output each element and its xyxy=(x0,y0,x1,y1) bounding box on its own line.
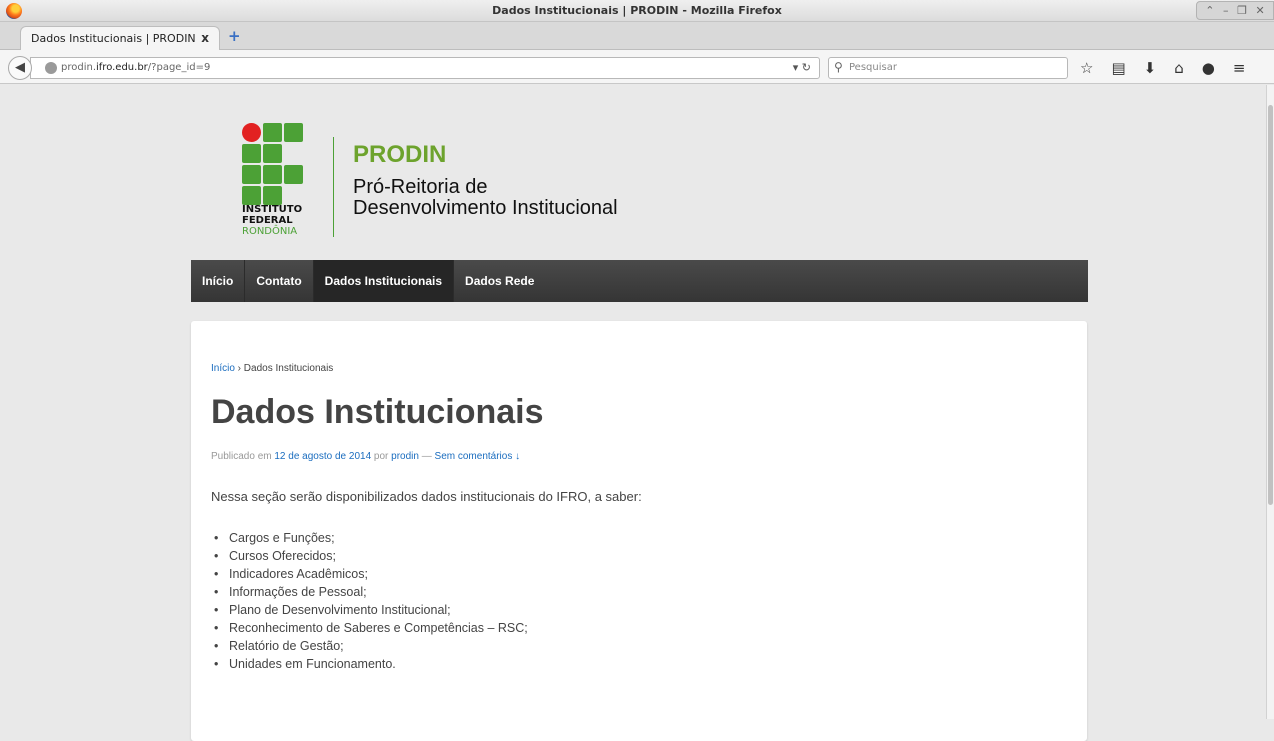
page-content: INSTITUTO FEDERAL RONDÔNIA PRODIN Pró-Re… xyxy=(0,85,1266,741)
tab-dados-institucionais[interactable]: Dados Institucionais | PRODIN x xyxy=(20,26,220,51)
list-item: Cursos Oferecidos; xyxy=(211,547,528,565)
menu-item-inicio[interactable]: Início xyxy=(191,260,246,302)
close-window-icon[interactable]: ✕ xyxy=(1256,4,1265,17)
list-item: Indicadores Acadêmicos; xyxy=(211,565,528,583)
breadcrumb-separator: › xyxy=(234,363,244,374)
download-icon[interactable]: ⬇ xyxy=(1144,59,1157,77)
logo-square xyxy=(242,186,261,205)
tagline-line-1: Pró-Reitoria de xyxy=(353,176,488,198)
logo-text: INSTITUTO FEDERAL RONDÔNIA xyxy=(242,204,302,237)
reading-list-icon[interactable]: ▤ xyxy=(1111,59,1125,77)
back-arrow-icon: ◀ xyxy=(15,60,25,75)
site-brand[interactable]: PRODIN xyxy=(353,141,446,169)
tagline-line-2: Desenvolvimento Institucional xyxy=(353,197,618,219)
logo-line-1: INSTITUTO xyxy=(242,204,303,215)
back-button[interactable]: ◀ xyxy=(8,56,32,80)
logo-square xyxy=(242,144,261,163)
search-placeholder: Pesquisar xyxy=(849,62,897,73)
breadcrumb-home-link[interactable]: Início xyxy=(211,363,235,374)
main-menu: Início Contato Dados Institucionais Dado… xyxy=(191,260,1088,302)
window-controls: ⌃ – ❐ ✕ xyxy=(1196,1,1274,20)
list-item: Cargos e Funções; xyxy=(211,529,528,547)
tab-label: Dados Institucionais | PRODIN xyxy=(31,32,196,45)
restore-icon[interactable]: ❐ xyxy=(1237,4,1247,17)
breadcrumb-current: Dados Institucionais xyxy=(243,363,334,374)
list-item: Unidades em Funcionamento. xyxy=(211,655,528,673)
post-meta: Publicado em 12 de agosto de 2014 por pr… xyxy=(211,451,520,462)
reload-icon[interactable]: ▾ ↻ xyxy=(793,61,811,74)
globe-icon xyxy=(45,62,57,74)
post-card: Início › Dados Institucionais Dados Inst… xyxy=(191,321,1087,741)
page-title: Dados Institucionais xyxy=(211,393,544,431)
tab-strip: Dados Institucionais | PRODIN x + xyxy=(0,22,1274,51)
minimize-icon[interactable]: – xyxy=(1223,4,1229,17)
menu-item-dados-rede[interactable]: Dados Rede xyxy=(454,260,545,302)
menu-icon[interactable]: ≡ xyxy=(1233,59,1246,77)
list-item: Reconhecimento de Saberes e Competências… xyxy=(211,619,528,637)
logo-square xyxy=(242,165,261,184)
meta-by-label: por xyxy=(371,451,392,462)
chat-icon[interactable]: ● xyxy=(1202,59,1215,77)
menu-item-contato[interactable]: Contato xyxy=(245,260,314,302)
post-intro: Nessa seção serão disponibilizados dados… xyxy=(211,489,642,504)
search-input[interactable]: ⚲ Pesquisar xyxy=(828,57,1068,79)
meta-published-label: Publicado em xyxy=(211,451,275,462)
bookmark-star-icon[interactable]: ☆ xyxy=(1080,59,1093,77)
list-item: Plano de Desenvolvimento Institucional; xyxy=(211,601,528,619)
logo-square xyxy=(263,165,282,184)
meta-date-link[interactable]: 12 de agosto de 2014 xyxy=(274,451,371,462)
breadcrumb: Início › Dados Institucionais xyxy=(211,363,333,374)
logo-square xyxy=(284,123,303,142)
home-icon[interactable]: ⌂ xyxy=(1174,59,1184,77)
scrollbar-thumb[interactable] xyxy=(1268,105,1273,505)
header-divider xyxy=(333,137,334,237)
site-tagline: Pró-Reitoria de Desenvolvimento Instituc… xyxy=(353,177,618,219)
logo-square xyxy=(263,144,282,163)
meta-author-link[interactable]: prodin xyxy=(391,451,419,462)
tab-close-icon[interactable]: x xyxy=(201,31,209,45)
url-prefix: prodin. xyxy=(61,62,96,73)
page-scrollbar[interactable] xyxy=(1266,85,1274,719)
url-path: /?page_id=9 xyxy=(147,62,211,73)
new-tab-icon[interactable]: + xyxy=(228,27,241,45)
search-icon: ⚲ xyxy=(834,60,843,74)
toolbar-icons: ☆ ▤ ⬇ ⌂ ● ≡ xyxy=(1080,59,1245,77)
ifro-logo[interactable] xyxy=(242,123,306,213)
meta-dash: — xyxy=(418,451,435,462)
meta-comments-link[interactable]: Sem comentários ↓ xyxy=(435,451,521,462)
logo-line-3: RONDÔNIA xyxy=(242,226,298,237)
url-bar[interactable]: prodin.ifro.edu.br/?page_id=9 ▾ ↻ xyxy=(30,57,820,79)
logo-square xyxy=(263,186,282,205)
logo-square xyxy=(263,123,282,142)
navigation-toolbar: prodin.ifro.edu.br/?page_id=9 ▾ ↻ ◀ ⚲ Pe… xyxy=(0,50,1274,84)
window-titlebar: Dados Institucionais | PRODIN - Mozilla … xyxy=(0,0,1274,22)
logo-red-dot xyxy=(242,123,261,142)
list-item: Informações de Pessoal; xyxy=(211,583,528,601)
logo-line-2: FEDERAL xyxy=(242,215,293,226)
url-domain: ifro.edu.br xyxy=(96,62,148,73)
maximize-up-icon[interactable]: ⌃ xyxy=(1205,4,1214,17)
list-item: Relatório de Gestão; xyxy=(211,637,528,655)
menu-item-dados-institucionais[interactable]: Dados Institucionais xyxy=(313,260,455,302)
logo-square xyxy=(284,165,303,184)
institutional-data-list: Cargos e Funções; Cursos Oferecidos; Ind… xyxy=(211,529,528,673)
window-title: Dados Institucionais | PRODIN - Mozilla … xyxy=(492,4,782,17)
